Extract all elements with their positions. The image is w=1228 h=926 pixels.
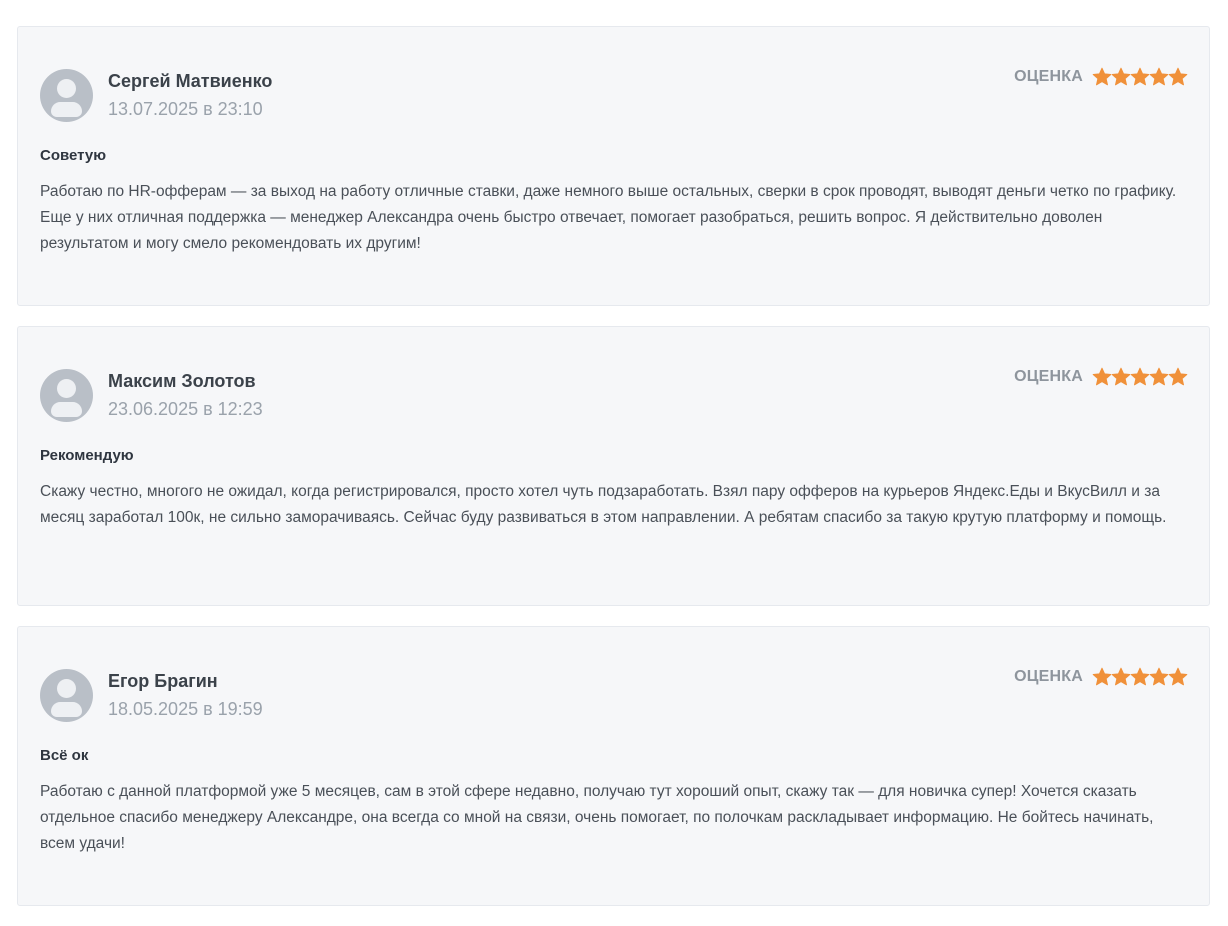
- review-author: Сергей Матвиенко: [108, 71, 273, 91]
- review-date: 13.07.2025 в 23:10: [108, 99, 263, 119]
- review-card: Максим Золотов 23.06.2025 в 12:23 ОЦЕНКА…: [17, 326, 1210, 606]
- star-icon: [1130, 67, 1150, 87]
- review-card: Егор Брагин 18.05.2025 в 19:59 ОЦЕНКА Вс…: [17, 626, 1210, 906]
- review-rating: ОЦЕНКА: [1014, 67, 1188, 87]
- star-icon: [1149, 667, 1169, 687]
- star-icon: [1168, 67, 1188, 87]
- star-icon: [1168, 667, 1188, 687]
- star-icon: [1130, 667, 1150, 687]
- rating-label: ОЦЕНКА: [1014, 368, 1083, 385]
- review-author: Егор Брагин: [108, 671, 218, 691]
- star-icon: [1149, 367, 1169, 387]
- rating-stars: [1092, 367, 1188, 387]
- review-date: 18.05.2025 в 19:59: [108, 699, 263, 719]
- review-date: 23.06.2025 в 12:23: [108, 399, 263, 419]
- rating-stars: [1092, 667, 1188, 687]
- star-icon: [1092, 67, 1112, 87]
- review-rating: ОЦЕНКА: [1014, 667, 1188, 687]
- rating-label: ОЦЕНКА: [1014, 668, 1083, 685]
- user-avatar-icon: [40, 669, 93, 722]
- user-avatar-icon: [40, 69, 93, 122]
- rating-label: ОЦЕНКА: [1014, 68, 1083, 85]
- review-author: Максим Золотов: [108, 371, 256, 391]
- review-card: Сергей Матвиенко 13.07.2025 в 23:10 ОЦЕН…: [17, 26, 1210, 306]
- reviews-list: Сергей Матвиенко 13.07.2025 в 23:10 ОЦЕН…: [0, 0, 1228, 926]
- review-title: Рекомендую: [40, 447, 134, 464]
- user-avatar-icon: [40, 369, 93, 422]
- star-icon: [1092, 367, 1112, 387]
- star-icon: [1168, 367, 1188, 387]
- review-text: Скажу честно, многого не ожидал, когда р…: [40, 483, 1167, 526]
- review-rating: ОЦЕНКА: [1014, 367, 1188, 387]
- star-icon: [1111, 367, 1131, 387]
- review-text: Работаю с данной платформой уже 5 месяце…: [40, 783, 1154, 852]
- star-icon: [1092, 667, 1112, 687]
- star-icon: [1130, 367, 1150, 387]
- review-title: Всё ок: [40, 747, 89, 764]
- rating-stars: [1092, 67, 1188, 87]
- star-icon: [1149, 67, 1169, 87]
- star-icon: [1111, 667, 1131, 687]
- review-text: Работаю по HR-офферам — за выход на рабо…: [40, 183, 1177, 252]
- star-icon: [1111, 67, 1131, 87]
- review-title: Советую: [40, 147, 107, 164]
